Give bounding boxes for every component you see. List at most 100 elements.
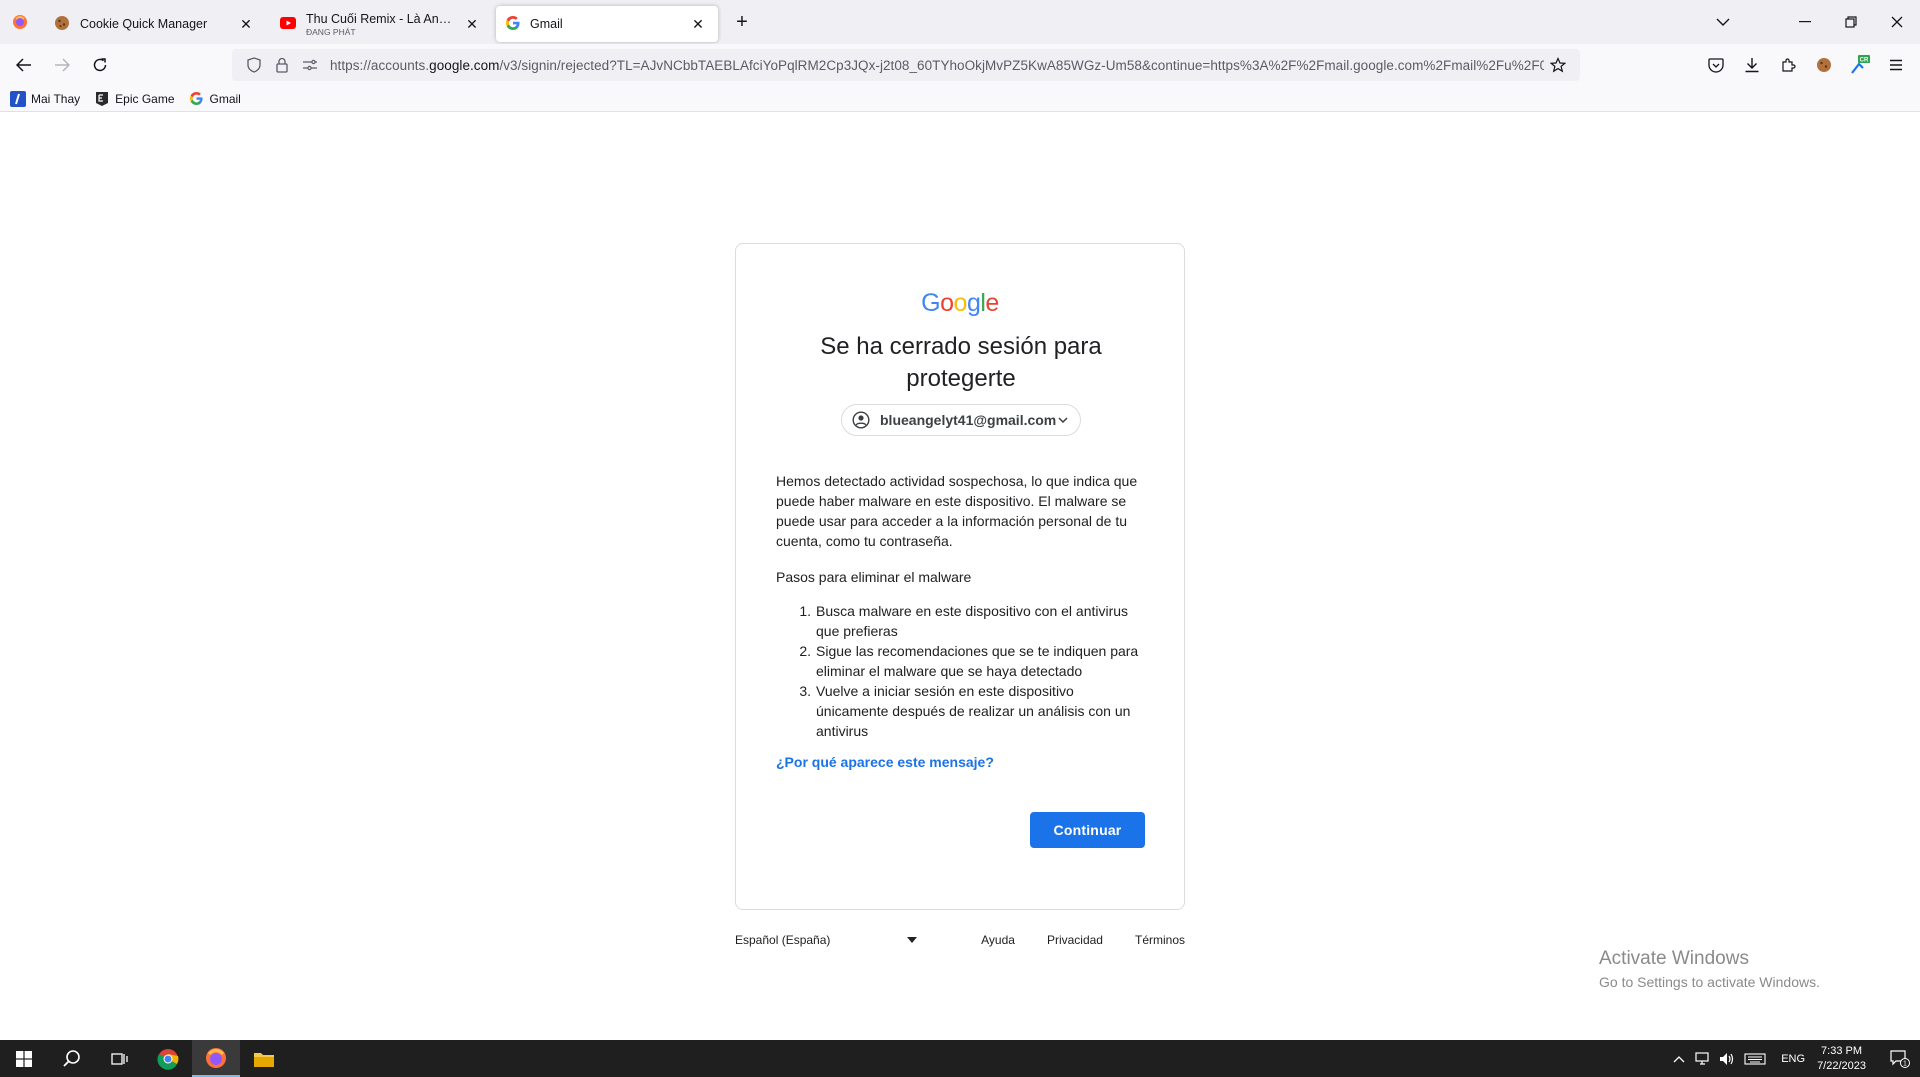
tab-title: Thu Cuối Remix - Là Anh Remix [306, 11, 456, 26]
footer-links: Ayuda Privacidad Términos [949, 933, 1185, 947]
start-icon[interactable] [0, 1040, 48, 1077]
task-view-icon[interactable] [96, 1040, 144, 1077]
bookmark-label: Gmail [209, 91, 241, 106]
caret-down-icon [904, 932, 920, 948]
close-tab-icon[interactable]: ✕ [236, 14, 256, 34]
watermark-subtitle: Go to Settings to activate Windows. [1599, 974, 1820, 990]
url-host: google.com [429, 57, 500, 73]
logo-letter: G [921, 289, 941, 317]
mai-thay-icon [10, 90, 26, 107]
step-text: Busca malware en este dispositivo con el… [816, 603, 1129, 639]
keyboard-icon[interactable] [1739, 1040, 1771, 1077]
reload-icon[interactable] [82, 49, 118, 81]
tab-youtube[interactable]: Thu Cuối Remix - Là Anh Remix ĐANG PHÁT … [270, 6, 492, 42]
bookmark-label: Epic Game [115, 91, 175, 106]
back-icon[interactable] [6, 49, 42, 81]
cookie-icon [54, 15, 70, 34]
continue-button[interactable]: Continuar [1030, 812, 1145, 848]
chevron-up-icon[interactable] [1667, 1040, 1691, 1077]
step-number: 2. [799, 643, 811, 659]
downloads-icon[interactable] [1734, 49, 1770, 81]
volume-icon[interactable] [1715, 1040, 1739, 1077]
search-icon[interactable] [48, 1040, 96, 1077]
step-number: 3. [799, 683, 811, 699]
language-select[interactable]: Español (España) [735, 932, 920, 948]
forward-icon[interactable] [44, 49, 80, 81]
why-message-link[interactable]: ¿Por qué aparece este mensaje? [776, 752, 994, 772]
help-link[interactable]: Ayuda [981, 933, 1015, 947]
svg-text:CR: CR [1860, 58, 1869, 64]
google-logo: Google [736, 289, 1184, 318]
terms-link[interactable]: Términos [1135, 933, 1185, 947]
page-title: Se ha cerrado sesión para protegerte [820, 333, 1102, 392]
notifications-icon[interactable]: 1 [1880, 1040, 1920, 1077]
chrome-icon[interactable] [144, 1040, 192, 1077]
list-item: 3. Vuelve a iniciar sesión en este dispos… [776, 681, 1146, 741]
url-text[interactable]: https://accounts.google.com/v3/signin/re… [330, 58, 1544, 73]
file-explorer-icon[interactable] [240, 1040, 288, 1077]
signin-card: Google Se ha cerrado sesión para protege… [735, 243, 1185, 910]
youtube-icon [280, 16, 296, 32]
firefox-view-icon[interactable] [0, 0, 40, 44]
google-icon [506, 15, 520, 33]
close-tab-icon[interactable]: ✕ [688, 14, 708, 34]
clock[interactable]: 7:33 PM 7/22/2023 [1817, 1044, 1866, 1074]
page-content: Google Se ha cerrado sesión para protege… [0, 112, 1920, 1040]
activate-windows-watermark: Activate Windows Go to Settings to activ… [1599, 948, 1820, 990]
close-tab-icon[interactable]: ✕ [462, 14, 482, 34]
language-value: Español (España) [735, 933, 831, 947]
logo-letter: o [953, 289, 968, 317]
bookmark-mai-thay[interactable]: Mai Thay [10, 90, 81, 107]
taskbar: ENG 7:33 PM 7/22/2023 1 [0, 1040, 1920, 1077]
list-item: 1. Busca malware en este dispositivo con … [776, 601, 1146, 641]
toolbar-right: CR [1698, 44, 1914, 86]
logo-letter: o [940, 289, 954, 317]
bookmark-gmail[interactable]: Gmail [189, 91, 241, 107]
tab-playing-label: ĐANG PHÁT [306, 26, 356, 37]
navigation-toolbar: https://accounts.google.com/v3/signin/re… [0, 44, 1920, 86]
input-language[interactable]: ENG [1781, 1053, 1805, 1065]
watermark-title: Activate Windows [1599, 948, 1749, 969]
logo-letter: e [985, 289, 999, 317]
account-chip[interactable]: blueangelyt41@gmail.com [841, 404, 1081, 436]
firefox-taskbar-icon[interactable] [192, 1040, 240, 1077]
bookmark-epic-game[interactable]: Epic Game [94, 91, 175, 107]
tab-strip: Cookie Quick Manager ✕ Thu Cuối Remix - … [0, 0, 1920, 44]
tracking-protection-icon[interactable] [240, 51, 268, 79]
page-footer: Español (España) Ayuda Privacidad Términ… [735, 928, 1185, 952]
window-controls [1700, 0, 1920, 44]
tab-cookie-quick-manager[interactable]: Cookie Quick Manager ✕ [44, 6, 266, 42]
lock-icon[interactable] [268, 51, 296, 79]
cr-extension-icon[interactable]: CR [1842, 49, 1878, 81]
cookie-extension-icon[interactable] [1806, 49, 1842, 81]
permissions-icon[interactable] [296, 51, 324, 79]
privacy-link[interactable]: Privacidad [1047, 933, 1103, 947]
screen: Cookie Quick Manager ✕ Thu Cuối Remix - … [0, 0, 1920, 1077]
address-bar[interactable]: https://accounts.google.com/v3/signin/re… [232, 49, 1580, 81]
step-text: Sigue las recomendaciones que se te indi… [816, 643, 1139, 679]
network-icon[interactable] [1691, 1040, 1715, 1077]
chevron-down-icon [1056, 412, 1070, 428]
url-prefix: https://accounts. [330, 57, 430, 73]
warning-text: Hemos detectado actividad sospechosa, lo… [776, 473, 1138, 549]
clock-time: 7:33 PM [1821, 1044, 1863, 1057]
close-window-icon[interactable] [1874, 0, 1920, 44]
notification-count: 1 [1903, 1060, 1907, 1067]
list-all-tabs-icon[interactable] [1700, 0, 1746, 44]
minimize-icon[interactable] [1782, 0, 1828, 44]
bookmark-label: Mai Thay [31, 91, 81, 106]
extensions-icon[interactable] [1770, 49, 1806, 81]
tab-gmail[interactable]: Gmail ✕ [496, 6, 718, 42]
new-tab-icon[interactable]: + [726, 6, 758, 38]
bookmarks-toolbar: Mai Thay Epic Game Gmail [0, 86, 1920, 112]
account-circle-icon [852, 410, 870, 430]
app-menu-icon[interactable] [1878, 49, 1914, 81]
step-text: Vuelve a iniciar sesión en este disposit… [816, 683, 1131, 739]
system-tray: ENG 7:33 PM 7/22/2023 1 [1667, 1040, 1920, 1077]
tab-title: Cookie Quick Manager [80, 17, 208, 31]
list-item: 2. Sigue las recomendaciones que se te in… [776, 641, 1146, 681]
bookmark-star-icon[interactable] [1544, 51, 1572, 79]
restore-icon[interactable] [1828, 0, 1874, 44]
pocket-icon[interactable] [1698, 49, 1734, 81]
